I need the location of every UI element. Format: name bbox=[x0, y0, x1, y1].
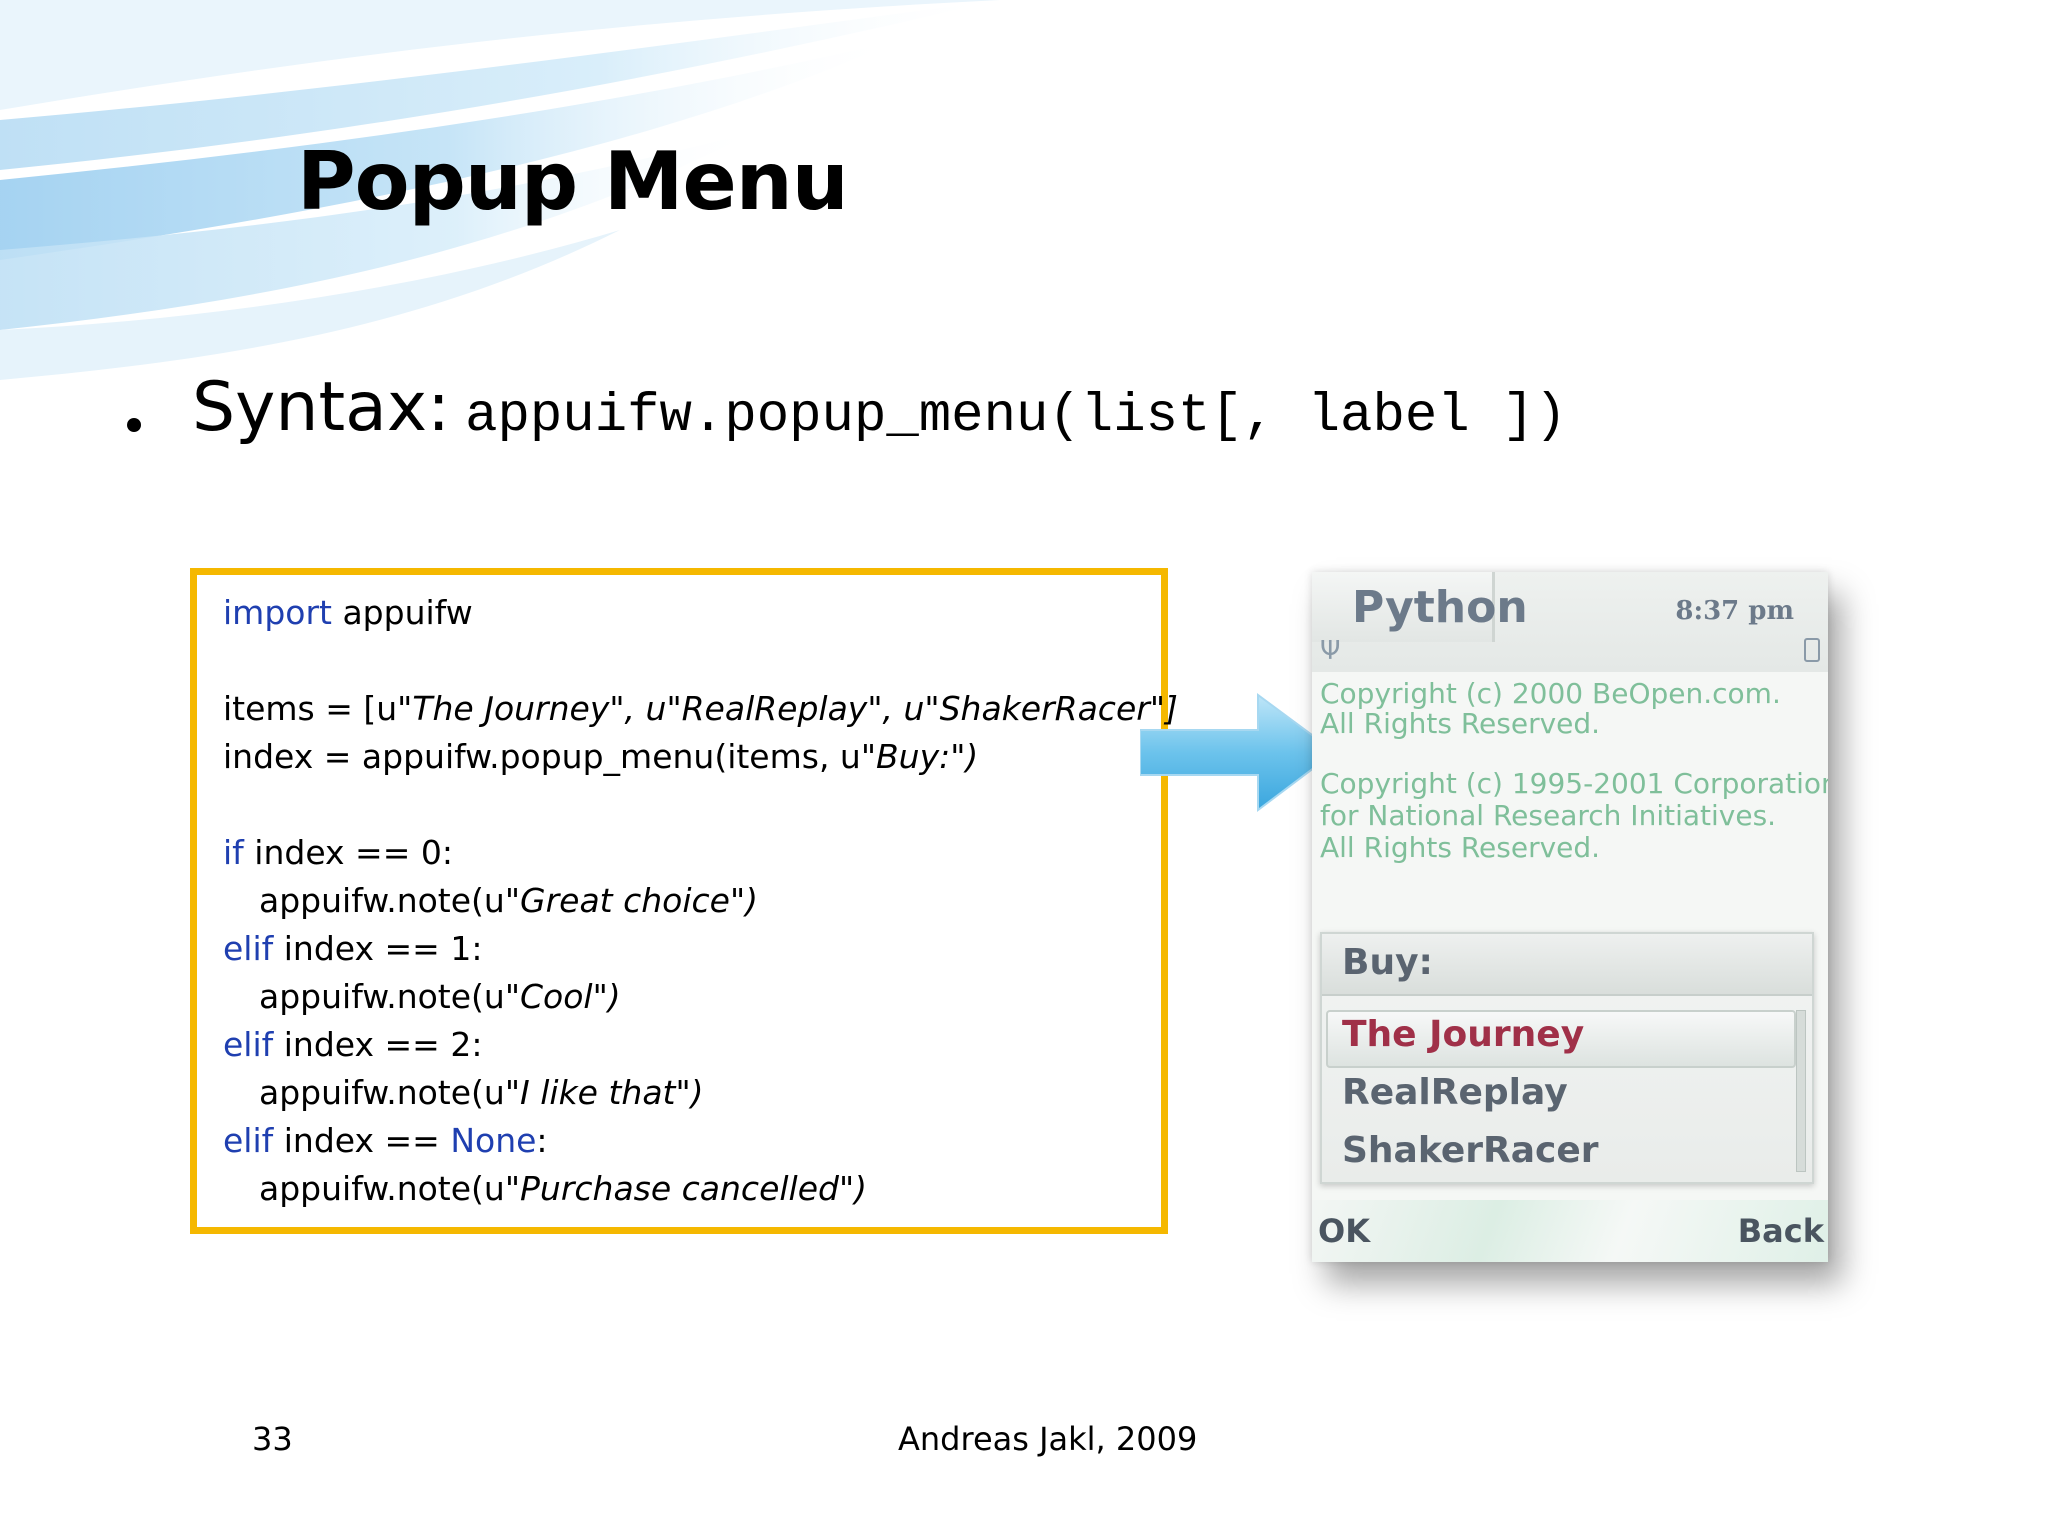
phone-screenshot: Python 8:37 pm Ψ Copyright (c) 2000 BeOp… bbox=[1312, 572, 1828, 1262]
bullet-icon bbox=[127, 418, 141, 432]
code-string: "Cool") bbox=[504, 977, 621, 1016]
syntax-line: Syntax: appuifw.popup_menu(list[, label … bbox=[192, 368, 1567, 447]
copyright-line: All Rights Reserved. bbox=[1320, 831, 1601, 864]
code-line-elif-2: elif index == 2: bbox=[223, 1021, 482, 1069]
copyright-line: Copyright (c) 2000 BeOpen.com. bbox=[1320, 677, 1781, 710]
syntax-label: Syntax: bbox=[192, 368, 450, 447]
code-keyword: elif bbox=[223, 929, 274, 968]
code-box: import appuifw items = [u"The Journey", … bbox=[190, 568, 1178, 1234]
code-keyword: elif bbox=[223, 1025, 274, 1064]
slide-title: Popup Menu bbox=[297, 135, 849, 228]
phone-app-title: Python bbox=[1352, 582, 1528, 633]
code-line-index: index = appuifw.popup_menu(items, u"Buy:… bbox=[223, 733, 978, 781]
syntax-code: appuifw.popup_menu(list[, label ]) bbox=[465, 386, 1567, 447]
code-text: index == 2: bbox=[273, 1025, 483, 1064]
phone-status-bar: Python 8:37 pm Ψ bbox=[1312, 572, 1828, 672]
code-text: appuifw.note(u bbox=[259, 1073, 505, 1112]
code-text: appuifw.note(u bbox=[259, 881, 505, 920]
code-text: appuifw bbox=[331, 593, 473, 632]
code-keyword: import bbox=[223, 593, 332, 632]
popup-item-realreplay[interactable]: RealReplay bbox=[1342, 1072, 1568, 1113]
code-text: index = appuifw.popup_menu(items, u bbox=[223, 737, 861, 776]
code-line-items: items = [u"The Journey", u"RealReplay", … bbox=[223, 685, 1178, 733]
popup-menu: Buy: The Journey RealReplay ShakerRacer bbox=[1320, 932, 1814, 1184]
code-text: appuifw.note(u bbox=[259, 1169, 505, 1208]
arrow-icon bbox=[1140, 693, 1337, 813]
code-string: "Purchase cancelled") bbox=[504, 1169, 868, 1208]
code-line-if: if index == 0: bbox=[223, 829, 453, 877]
antenna-icon: Ψ bbox=[1320, 636, 1341, 666]
page-number: 33 bbox=[252, 1420, 293, 1458]
popup-scrollbar[interactable] bbox=[1796, 1010, 1806, 1172]
code-keyword: elif bbox=[223, 1121, 274, 1160]
code-line-elif-1: elif index == 1: bbox=[223, 925, 482, 973]
footer-author: Andreas Jakl, 2009 bbox=[898, 1420, 1198, 1458]
code-text: : bbox=[536, 1121, 548, 1160]
popup-item-the-journey[interactable]: The Journey bbox=[1342, 1014, 1584, 1055]
code-line-note-3: appuifw.note(u"I like that") bbox=[259, 1069, 704, 1117]
popup-item-shakerracer[interactable]: ShakerRacer bbox=[1342, 1130, 1599, 1171]
code-text: index == 0: bbox=[243, 833, 453, 872]
code-line-note-2: appuifw.note(u"Cool") bbox=[259, 973, 621, 1021]
copyright-line: All Rights Reserved. bbox=[1320, 707, 1601, 740]
code-line-note-4: appuifw.note(u"Purchase cancelled") bbox=[259, 1165, 867, 1213]
code-text: items = [u bbox=[223, 689, 398, 728]
phone-clock: 8:37 pm bbox=[1675, 596, 1794, 626]
code-line-elif-none: elif index == None: bbox=[223, 1117, 548, 1165]
code-text: index == bbox=[273, 1121, 451, 1160]
code-line-note-1: appuifw.note(u"Great choice") bbox=[259, 877, 758, 925]
code-keyword: None bbox=[450, 1121, 537, 1160]
code-string: "The Journey", u"RealReplay", u"ShakerRa… bbox=[397, 689, 1178, 728]
copyright-line: Copyright (c) 1995-2001 Corporation bbox=[1320, 767, 1828, 800]
battery-icon bbox=[1804, 638, 1820, 662]
copyright-line: for National Research Initiatives. bbox=[1320, 799, 1777, 832]
code-line-import: import appuifw bbox=[223, 589, 473, 637]
code-text: index == 1: bbox=[273, 929, 483, 968]
popup-label: Buy: bbox=[1342, 942, 1433, 983]
code-string: "Buy:") bbox=[860, 737, 979, 776]
code-string: "I like that") bbox=[504, 1073, 704, 1112]
code-keyword: if bbox=[223, 833, 244, 872]
phone-softkey-bar: OK Back bbox=[1312, 1200, 1828, 1262]
code-string: "Great choice") bbox=[504, 881, 759, 920]
code-text: appuifw.note(u bbox=[259, 977, 505, 1016]
popup-heading: Buy: bbox=[1322, 934, 1812, 996]
softkey-ok[interactable]: OK bbox=[1318, 1212, 1370, 1250]
softkey-back[interactable]: Back bbox=[1738, 1212, 1824, 1250]
